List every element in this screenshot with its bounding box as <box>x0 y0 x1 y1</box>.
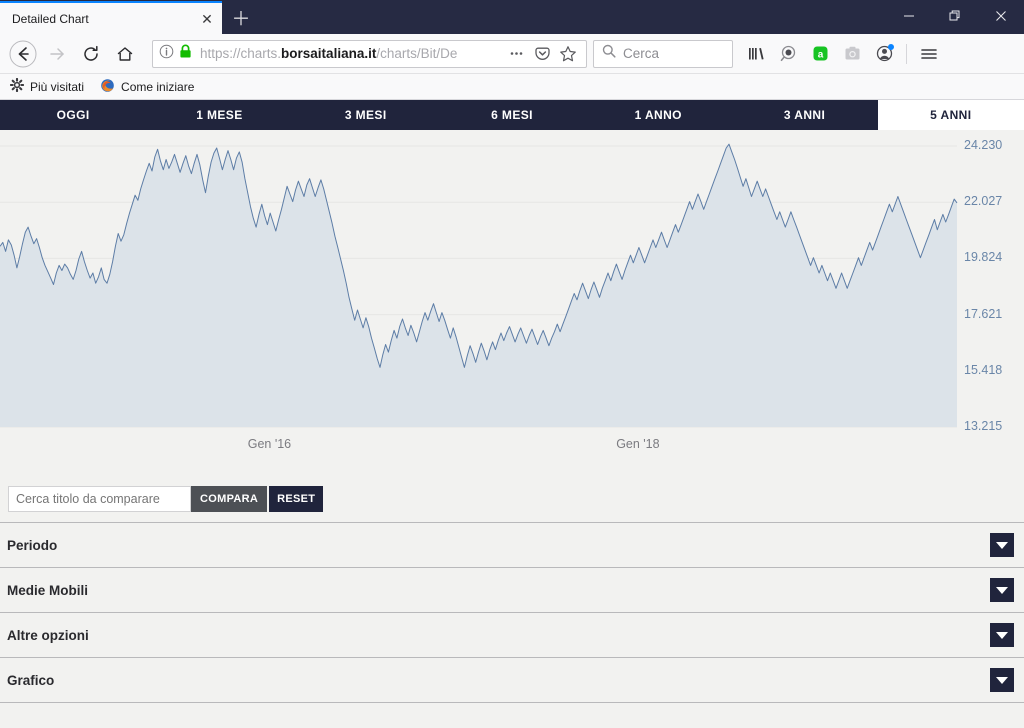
chart-y-tick-label: 15.418 <box>964 362 1003 377</box>
toolbar-divider <box>906 43 907 64</box>
search-icon <box>602 44 616 63</box>
menu-icon[interactable] <box>914 39 944 69</box>
period-tab-oggi[interactable]: OGGI <box>0 100 146 130</box>
period-tab-bar: OGGI 1 MESE 3 MESI 6 MESI 1 ANNO 3 ANNI … <box>0 100 1024 130</box>
chart-y-axis-labels: 24.230 22.027 19.824 17.621 15.418 13.215 <box>960 130 1024 460</box>
screenshot-icon[interactable] <box>837 39 867 69</box>
url-scheme: https://charts. <box>200 46 282 61</box>
url-text: https://charts.borsaitaliana.it/charts/B… <box>198 46 504 61</box>
adblock-icon[interactable]: a <box>805 39 835 69</box>
page-content: OGGI 1 MESE 3 MESI 6 MESI 1 ANNO 3 ANNI … <box>0 100 1024 728</box>
period-tab-5-anni[interactable]: 5 ANNI <box>877 100 1024 130</box>
window-minimize-icon[interactable] <box>886 0 932 32</box>
firefox-icon <box>100 78 115 96</box>
url-path: /charts/Bit/De <box>376 46 458 61</box>
url-bar[interactable]: https://charts.borsaitaliana.it/charts/B… <box>152 39 587 68</box>
chart-y-tick-label: 17.621 <box>964 306 1003 321</box>
back-button-icon[interactable] <box>6 38 40 70</box>
period-tab-6-mesi[interactable]: 6 MESI <box>439 100 585 130</box>
bookmark-item-come-iniziare[interactable]: Come iniziare <box>100 78 194 96</box>
accordion-row-grafico[interactable]: Grafico <box>0 658 1024 703</box>
pocket-save-icon[interactable] <box>530 42 554 66</box>
accordion-row-periodo[interactable]: Periodo <box>0 523 1024 568</box>
chart-y-tick-label: 13.215 <box>964 419 1003 433</box>
chevron-down-icon[interactable] <box>990 623 1014 647</box>
library-icon[interactable] <box>741 39 771 69</box>
accordion-label: Periodo <box>7 537 58 553</box>
chevron-down-icon[interactable] <box>990 668 1014 692</box>
bookmark-item-piu-visitati[interactable]: Più visitati <box>9 77 85 95</box>
reload-button-icon[interactable] <box>74 38 108 70</box>
compare-button[interactable]: COMPARA <box>191 486 268 512</box>
chevron-down-icon[interactable] <box>990 533 1014 557</box>
window-controls <box>886 0 1024 32</box>
compare-search-input[interactable] <box>8 486 191 512</box>
reset-button[interactable]: RESET <box>269 486 324 512</box>
forward-button-icon <box>40 38 74 70</box>
period-tab-3-anni[interactable]: 3 ANNI <box>731 100 877 130</box>
bookmark-star-icon[interactable] <box>556 42 580 66</box>
account-notification-dot <box>888 43 894 50</box>
close-tab-icon[interactable]: ✕ <box>198 10 216 28</box>
chart-y-tick-label: 19.824 <box>964 250 1003 265</box>
browser-titlebar: Detailed Chart ✕ ＋ <box>0 0 1024 34</box>
chart-x-axis-label: Gen '18 <box>616 437 660 451</box>
period-tab-1-anno[interactable]: 1 ANNO <box>585 100 731 130</box>
browser-tab-detailed-chart[interactable]: Detailed Chart ✕ <box>0 1 222 34</box>
chart-y-tick-label: 22.027 <box>964 194 1003 209</box>
period-tab-3-mesi[interactable]: 3 MESI <box>293 100 439 130</box>
tab-strip: Detailed Chart ✕ ＋ <box>0 0 260 34</box>
search-input[interactable]: Cerca <box>623 46 659 61</box>
window-restore-icon[interactable] <box>932 0 978 32</box>
account-icon[interactable] <box>869 39 899 69</box>
chart-canvas <box>0 130 1024 460</box>
pocket-list-icon[interactable] <box>773 39 803 69</box>
bookmark-label: Più visitati <box>30 79 85 94</box>
price-chart[interactable]: 24.230 22.027 19.824 17.621 15.418 13.215 Gen… <box>0 130 1024 460</box>
period-tab-1-mese[interactable]: 1 MESE <box>146 100 292 130</box>
home-button-icon[interactable] <box>108 38 142 70</box>
url-identity-block[interactable] <box>159 44 198 64</box>
url-actions <box>504 42 580 66</box>
bookmarks-toolbar: Più visitati Come iniziare <box>0 74 1024 100</box>
url-domain: borsaitaliana.it <box>281 46 377 61</box>
lock-icon[interactable] <box>179 44 192 64</box>
page-info-icon[interactable] <box>159 44 174 64</box>
bookmark-label: Come iniziare <box>121 79 195 94</box>
svg-text:a: a <box>817 50 823 61</box>
browser-window: Detailed Chart ✕ ＋ https://charts.borsai… <box>0 0 1024 728</box>
browser-toolbar-icons: a <box>741 39 944 69</box>
chart-x-axis-label: Gen '16 <box>247 437 292 451</box>
accordion-label: Medie Mobili <box>7 582 88 598</box>
accordion-label: Altre opzioni <box>7 627 89 643</box>
options-accordion: Periodo Medie Mobili Altre opzioni Grafi… <box>0 522 1024 703</box>
chevron-down-icon[interactable] <box>990 578 1014 602</box>
tab-title: Detailed Chart <box>12 11 89 26</box>
browser-navbar: https://charts.borsaitaliana.it/charts/B… <box>0 34 1024 74</box>
search-bar[interactable]: Cerca <box>593 39 733 68</box>
page-actions-ellipsis-icon[interactable] <box>504 42 528 66</box>
accordion-row-medie-mobili[interactable]: Medie Mobili <box>0 568 1024 613</box>
accordion-row-altre-opzioni[interactable]: Altre opzioni <box>0 613 1024 658</box>
gear-icon <box>9 77 25 95</box>
window-close-icon[interactable] <box>978 0 1024 32</box>
accordion-label: Grafico <box>7 672 55 688</box>
chart-y-tick-label: 24.230 <box>964 138 1003 152</box>
new-tab-icon[interactable]: ＋ <box>222 1 260 34</box>
compare-toolbar: COMPARA RESET <box>0 460 1024 522</box>
